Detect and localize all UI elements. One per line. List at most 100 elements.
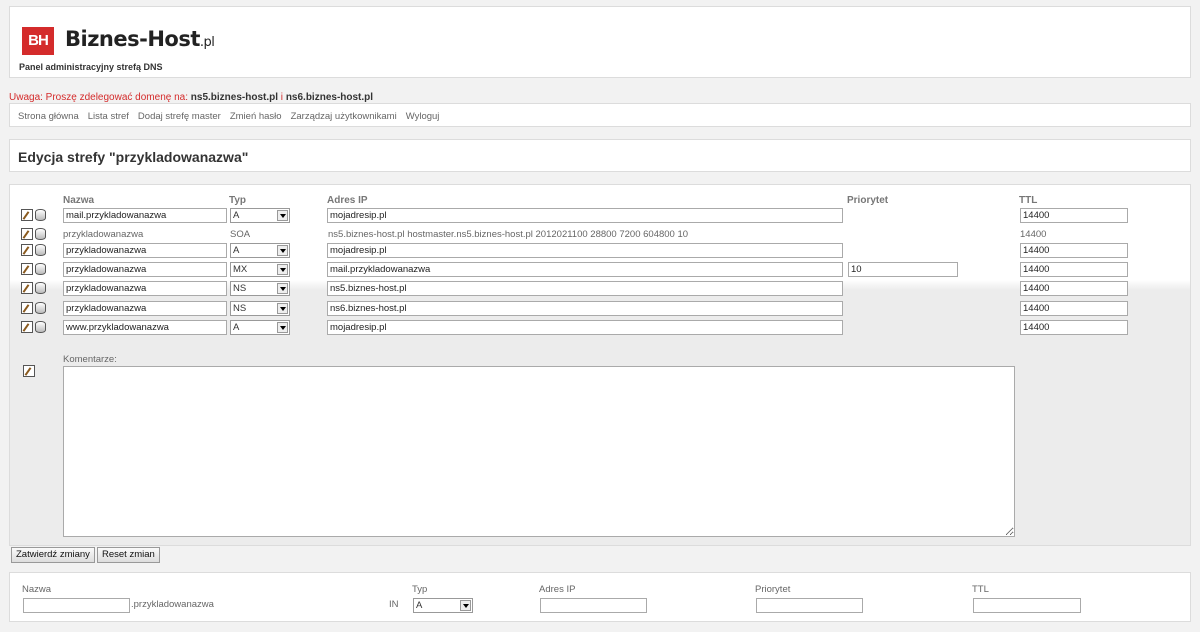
record-ttl-input[interactable]: 14400 — [1020, 281, 1128, 296]
warning-sep: i — [280, 92, 284, 103]
record-type-value: NS — [233, 283, 247, 294]
record-type-select[interactable]: A — [230, 243, 290, 258]
chevron-down-icon — [460, 600, 471, 611]
nav-add-master-zone[interactable]: Dodaj strefę master — [138, 111, 221, 122]
record-priority-input[interactable]: 10 — [848, 262, 958, 277]
record-type-value: MX — [233, 264, 248, 275]
col-type: Typ — [229, 195, 247, 206]
zone-suffix: .przykladowanazwa — [131, 599, 214, 610]
record-row: mail.przykladowanazwa A mojadresip.pl 14… — [10, 208, 1190, 225]
record-name-text: przykladowanazwa — [63, 229, 144, 240]
reset-changes-button[interactable]: Reset zmian — [97, 547, 160, 563]
chevron-down-icon — [277, 322, 288, 333]
add-ttl-label: TTL — [972, 584, 989, 595]
nav-manage-users[interactable]: Zarządzaj użytkownikami — [291, 111, 397, 122]
record-type-select[interactable]: MX — [230, 262, 290, 277]
logo-mark: BH — [22, 27, 54, 55]
record-type-text: SOA — [230, 229, 251, 240]
chevron-down-icon — [277, 283, 288, 294]
edit-comment-icon[interactable] — [23, 365, 35, 377]
delete-record-icon[interactable] — [35, 228, 46, 240]
brand-text: Biznes-Host — [65, 27, 200, 51]
record-row: www.przykladowanazwa A mojadresip.pl 144… — [10, 320, 1190, 337]
edit-icon[interactable] — [21, 282, 33, 294]
chevron-down-icon — [277, 303, 288, 314]
add-name-input[interactable] — [23, 598, 130, 613]
zone-editor: Nazwa Typ Adres IP Priorytet TTL mail.pr… — [9, 184, 1191, 546]
add-ttl-input[interactable] — [973, 598, 1081, 613]
col-ttl: TTL — [1019, 195, 1038, 206]
delete-record-icon[interactable] — [35, 209, 46, 221]
record-type-value: NS — [233, 303, 247, 314]
nav-zone-list[interactable]: Lista stref — [88, 111, 129, 122]
add-type-label: Typ — [412, 584, 428, 595]
nav-home[interactable]: Strona główna — [18, 111, 79, 122]
record-ttl-input[interactable]: 14400 — [1020, 208, 1128, 223]
record-ip-input[interactable]: mojadresip.pl — [327, 320, 843, 335]
comment-textarea[interactable] — [63, 366, 1015, 537]
add-type-value: A — [416, 600, 423, 611]
record-row: przykladowanazwa MX mail.przykladowanazw… — [10, 262, 1190, 279]
record-ip-input[interactable]: mojadresip.pl — [327, 208, 843, 223]
page-title: Edycja strefy "przykladowanazwa" — [18, 149, 249, 165]
submit-changes-button[interactable]: Zatwierdź zmiany — [11, 547, 95, 563]
edit-icon[interactable] — [21, 302, 33, 314]
record-row-soa: przykladowanazwa SOA ns5.biznes-host.pl … — [10, 227, 1190, 244]
chevron-down-icon — [277, 264, 288, 275]
edit-icon[interactable] — [21, 228, 33, 240]
col-name: Nazwa — [63, 195, 95, 206]
record-type-value: A — [233, 245, 240, 256]
record-type-select[interactable]: A — [230, 208, 290, 223]
col-ip: Adres IP — [327, 195, 368, 206]
edit-icon[interactable] — [21, 209, 33, 221]
record-name-input[interactable]: przykladowanazwa — [63, 301, 227, 316]
record-ttl-input[interactable]: 14400 — [1020, 320, 1128, 335]
add-record-form: Nazwa .przykladowanazwa IN Typ A Adres I… — [9, 572, 1191, 622]
record-type-select[interactable]: NS — [230, 301, 290, 316]
record-row: przykladowanazwa NS ns5.biznes-host.pl 1… — [10, 281, 1190, 298]
warning-ns2: ns6.biznes-host.pl — [285, 92, 374, 103]
delete-record-icon[interactable] — [35, 263, 46, 275]
record-type-select[interactable]: NS — [230, 281, 290, 296]
add-priority-input[interactable] — [756, 598, 863, 613]
record-ip-input[interactable]: ns5.biznes-host.pl — [327, 281, 843, 296]
edit-icon[interactable] — [21, 321, 33, 333]
delete-record-icon[interactable] — [35, 321, 46, 333]
record-name-input[interactable]: przykladowanazwa — [63, 262, 227, 277]
delete-record-icon[interactable] — [35, 302, 46, 314]
nav-change-password[interactable]: Zmień hasło — [230, 111, 282, 122]
record-ttl-input[interactable]: 14400 — [1020, 243, 1128, 258]
nav-logout[interactable]: Wyloguj — [406, 111, 440, 122]
comment-label: Komentarze: — [63, 354, 117, 365]
chevron-down-icon — [277, 245, 288, 256]
main-nav: Strona główna Lista stref Dodaj strefę m… — [9, 103, 1191, 127]
title-panel: Edycja strefy "przykladowanazwa" — [9, 139, 1191, 172]
chevron-down-icon — [277, 210, 288, 221]
record-ttl-text: 14400 — [1020, 229, 1047, 240]
header-subtitle: Panel administracyjny strefą DNS — [19, 62, 163, 72]
record-ip-input[interactable]: mail.przykladowanazwa — [327, 262, 843, 277]
col-priority: Priorytet — [847, 195, 889, 206]
brand-name: Biznes-Host.pl — [65, 27, 215, 51]
record-type-value: A — [233, 322, 240, 333]
edit-icon[interactable] — [21, 244, 33, 256]
record-name-input[interactable]: przykladowanazwa — [63, 281, 227, 296]
record-name-input[interactable]: przykladowanazwa — [63, 243, 227, 258]
record-type-select[interactable]: A — [230, 320, 290, 335]
record-ip-input[interactable]: mojadresip.pl — [327, 243, 843, 258]
warning-ns1: ns5.biznes-host.pl — [190, 92, 279, 103]
add-type-select[interactable]: A — [413, 598, 473, 613]
delete-record-icon[interactable] — [35, 244, 46, 256]
add-ip-input[interactable] — [540, 598, 647, 613]
add-name-label: Nazwa — [22, 584, 52, 595]
delete-record-icon[interactable] — [35, 282, 46, 294]
record-name-input[interactable]: mail.przykladowanazwa — [63, 208, 227, 223]
record-name-input[interactable]: www.przykladowanazwa — [63, 320, 227, 335]
record-row: przykladowanazwa A mojadresip.pl 14400 — [10, 243, 1190, 260]
header: BH Biznes-Host.pl Panel administracyjny … — [9, 6, 1191, 78]
record-ttl-input[interactable]: 14400 — [1020, 262, 1128, 277]
edit-icon[interactable] — [21, 263, 33, 275]
record-row: przykladowanazwa NS ns6.biznes-host.pl 1… — [10, 301, 1190, 318]
record-ip-input[interactable]: ns6.biznes-host.pl — [327, 301, 843, 316]
record-ttl-input[interactable]: 14400 — [1020, 301, 1128, 316]
